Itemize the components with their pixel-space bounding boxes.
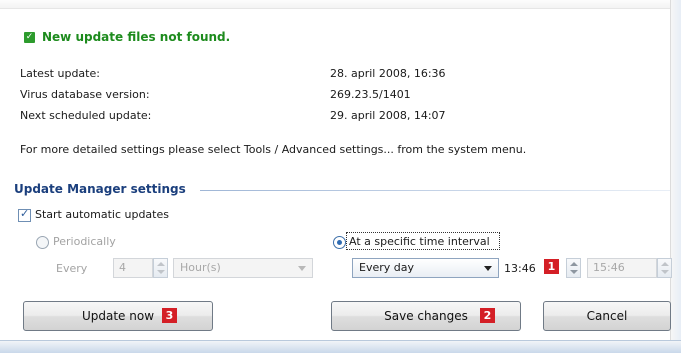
every-label: Every [56, 262, 88, 275]
section-title: Update Manager settings [14, 182, 186, 196]
periodically-label[interactable]: Periodically [53, 235, 116, 248]
specific-time-radio[interactable] [333, 236, 346, 249]
interval-unit-value: Hour(s) [180, 261, 221, 274]
frequency-value: Every day [359, 261, 414, 274]
section-divider [200, 190, 670, 191]
end-time-input[interactable]: 15:46 [587, 258, 657, 278]
save-changes-label: Save changes [384, 309, 468, 323]
chevron-down-icon [298, 266, 306, 271]
down-arrow-icon [157, 270, 165, 274]
end-time-stepper[interactable] [657, 258, 672, 278]
cancel-label: Cancel [586, 309, 628, 323]
specific-time-label[interactable]: At a specific time interval [349, 235, 490, 248]
chevron-down-icon [484, 266, 492, 271]
virus-db-version-label: Virus database version: [20, 88, 150, 101]
up-arrow-icon [570, 262, 578, 266]
down-arrow-icon [570, 270, 578, 274]
next-scheduled-update-label: Next scheduled update: [20, 109, 152, 122]
latest-update-label: Latest update: [20, 67, 100, 80]
frequency-dropdown[interactable]: Every day [352, 258, 499, 278]
periodically-radio[interactable] [36, 236, 49, 249]
auto-update-checkbox[interactable]: ✓ [18, 207, 31, 222]
start-time-value[interactable]: 13:46 [504, 262, 536, 275]
start-time-stepper[interactable] [566, 258, 581, 278]
callout-badge-1: 1 [544, 259, 559, 274]
window-right-edge [670, 0, 681, 352]
update-now-button[interactable]: Update now [23, 301, 213, 331]
up-arrow-icon [157, 262, 165, 266]
latest-update-value: 28. april 2008, 16:36 [330, 67, 446, 80]
window-top-edge [0, 0, 681, 9]
interval-input[interactable]: 4 [113, 258, 153, 278]
callout-badge-2: 2 [480, 308, 495, 323]
update-now-label: Update now [81, 309, 155, 323]
interval-stepper[interactable] [153, 258, 168, 278]
update-status-message: New update files not found. [42, 30, 231, 44]
auto-update-label[interactable]: Start automatic updates [35, 208, 169, 221]
advanced-settings-note: For more detailed settings please select… [20, 143, 527, 156]
virus-db-version-value: 269.23.5/1401 [330, 88, 411, 101]
cancel-button[interactable]: Cancel [543, 301, 671, 331]
check-icon: ✓ [24, 32, 35, 43]
up-arrow-icon [661, 262, 669, 266]
callout-badge-3: 3 [162, 308, 177, 323]
interval-unit-dropdown[interactable]: Hour(s) [173, 258, 313, 278]
window-bottom-edge [0, 340, 681, 353]
checkmark-icon: ✓ [20, 207, 30, 220]
down-arrow-icon [661, 270, 669, 274]
next-scheduled-update-value: 29. april 2008, 14:07 [330, 109, 446, 122]
